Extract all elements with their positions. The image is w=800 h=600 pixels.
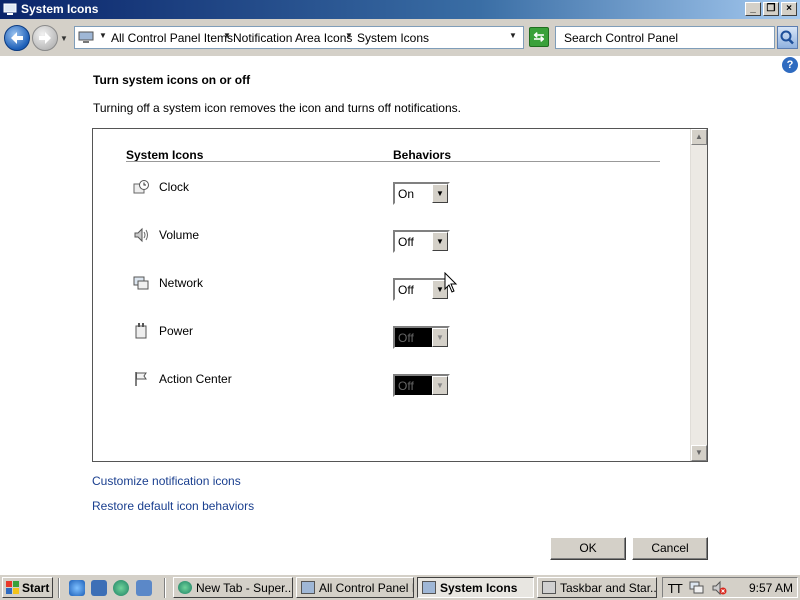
scroll-down-icon[interactable]: ▼ <box>691 445 707 461</box>
forward-button[interactable] <box>32 25 58 51</box>
minimize-button[interactable]: _ <box>745 2 761 16</box>
restore-default-behaviors-link[interactable]: Restore default icon behaviors <box>92 499 254 513</box>
search-input[interactable]: Search Control Panel <box>555 26 775 49</box>
show-desktop-icon[interactable] <box>91 580 107 596</box>
breadcrumb-arrow-icon[interactable]: ▼ <box>345 31 353 40</box>
restore-button[interactable]: ❐ <box>763 2 779 16</box>
clock-behavior-select[interactable]: On ▼ <box>393 182 450 205</box>
control-panel-icon <box>422 581 436 594</box>
cancel-button[interactable]: Cancel <box>632 537 708 560</box>
search-icon <box>780 30 794 45</box>
internet-explorer-icon[interactable] <box>69 580 85 596</box>
breadcrumb-arrow-icon[interactable]: ▼ <box>223 31 231 40</box>
breadcrumb-all-control-panel-items[interactable]: All Control Panel Items <box>111 31 233 45</box>
mouse-cursor-icon <box>444 272 458 293</box>
close-button[interactable]: × <box>781 2 797 16</box>
address-dropdown-icon[interactable]: ▼ <box>509 31 517 40</box>
system-icons-panel: System Icons Behaviors Clock On ▼ Volume… <box>92 128 708 462</box>
task-new-tab[interactable]: New Tab - Super... <box>173 577 293 598</box>
power-icon <box>135 323 147 339</box>
start-label: Start <box>22 581 50 595</box>
page-title: Turn system icons on or off <box>93 73 251 87</box>
windows-logo-icon <box>6 581 19 594</box>
task-label: System Icons <box>440 581 518 595</box>
task-label: All Control Panel I... <box>319 581 413 595</box>
chevron-down-icon: ▼ <box>432 328 448 347</box>
action-center-behavior-value: Off <box>398 379 414 393</box>
search-button[interactable] <box>777 26 798 49</box>
chevron-down-icon[interactable]: ▼ <box>432 184 448 203</box>
svg-text:TT: TT <box>667 582 683 596</box>
address-box[interactable]: ▼ All Control Panel Items ▼ Notification… <box>74 26 524 49</box>
help-icon[interactable]: ? <box>782 57 798 73</box>
volume-behavior-select[interactable]: Off ▼ <box>393 230 450 253</box>
forward-arrow-icon <box>39 32 51 44</box>
row-label-power: Power <box>159 324 194 338</box>
task-label: New Tab - Super... <box>196 581 293 595</box>
computer-icon <box>78 31 94 43</box>
network-behavior-select[interactable]: Off ▼ <box>393 278 450 301</box>
recent-pages-dropdown-icon[interactable]: ▼ <box>60 34 68 43</box>
chevron-down-icon[interactable]: ▼ <box>432 232 448 251</box>
taskbar-clock[interactable]: 9:57 AM <box>749 581 793 595</box>
browser-icon[interactable] <box>113 580 129 596</box>
column-header-behaviors: Behaviors <box>393 148 452 162</box>
system-tray: TT 9:57 AM <box>662 577 798 598</box>
clock-behavior-value: On <box>398 187 415 201</box>
row-label-volume: Volume <box>159 228 200 242</box>
task-taskbar-and-start[interactable]: Taskbar and Star... <box>537 577 657 598</box>
power-behavior-select: Off ▼ <box>393 326 450 349</box>
breadcrumb-arrow-icon[interactable]: ▼ <box>99 31 107 40</box>
taskbar-separator <box>164 578 166 598</box>
clock-icon <box>133 180 149 194</box>
header-divider <box>126 161 660 162</box>
language-icon[interactable]: TT <box>667 580 683 596</box>
page-description: Turning off a system icon removes the ic… <box>93 101 461 115</box>
vertical-scrollbar[interactable]: ▲ ▼ <box>690 129 707 461</box>
control-panel-icon <box>301 581 315 594</box>
breadcrumb-system-icons[interactable]: System Icons <box>357 31 429 45</box>
ok-button[interactable]: OK <box>550 537 626 560</box>
network-behavior-value: Off <box>398 283 414 297</box>
browser-icon <box>178 581 192 594</box>
network-tray-icon[interactable] <box>689 580 705 596</box>
row-label-network: Network <box>159 276 204 290</box>
refresh-button[interactable]: ⇆ <box>529 27 549 47</box>
back-button[interactable] <box>4 25 30 51</box>
task-system-icons[interactable]: System Icons <box>417 577 534 598</box>
action-center-behavior-select: Off ▼ <box>393 374 450 397</box>
title-bar: System Icons _ ❐ × <box>0 0 800 19</box>
task-all-control-panel[interactable]: All Control Panel I... <box>296 577 414 598</box>
customize-notification-icons-link[interactable]: Customize notification icons <box>92 474 241 488</box>
content-area: ? Turn system icons on or off Turning of… <box>0 56 800 574</box>
row-label-clock: Clock <box>159 180 190 194</box>
column-header-system-icons: System Icons <box>126 148 204 162</box>
taskbar-separator <box>58 578 60 598</box>
volume-muted-icon[interactable] <box>711 580 727 596</box>
start-button[interactable]: Start <box>2 577 53 598</box>
flag-icon <box>135 372 147 386</box>
back-arrow-icon <box>11 32 23 44</box>
taskbar-properties-icon <box>542 581 556 594</box>
scroll-up-icon[interactable]: ▲ <box>691 129 707 145</box>
network-icon <box>133 276 149 290</box>
volume-behavior-value: Off <box>398 235 414 249</box>
task-label: Taskbar and Star... <box>560 581 657 595</box>
taskbar: Start New Tab - Super... All Control Pan… <box>0 574 800 600</box>
volume-icon <box>134 227 148 243</box>
row-label-action-center: Action Center <box>159 372 232 386</box>
window-app-icon <box>3 3 17 15</box>
chevron-down-icon: ▼ <box>432 376 448 395</box>
breadcrumb-notification-area-icons[interactable]: Notification Area Icons <box>233 31 352 45</box>
navigation-bar: ▼ ▼ All Control Panel Items ▼ Notificati… <box>0 19 800 56</box>
power-behavior-value: Off <box>398 331 414 345</box>
window-switch-icon[interactable] <box>136 580 152 596</box>
window-title: System Icons <box>21 2 99 16</box>
